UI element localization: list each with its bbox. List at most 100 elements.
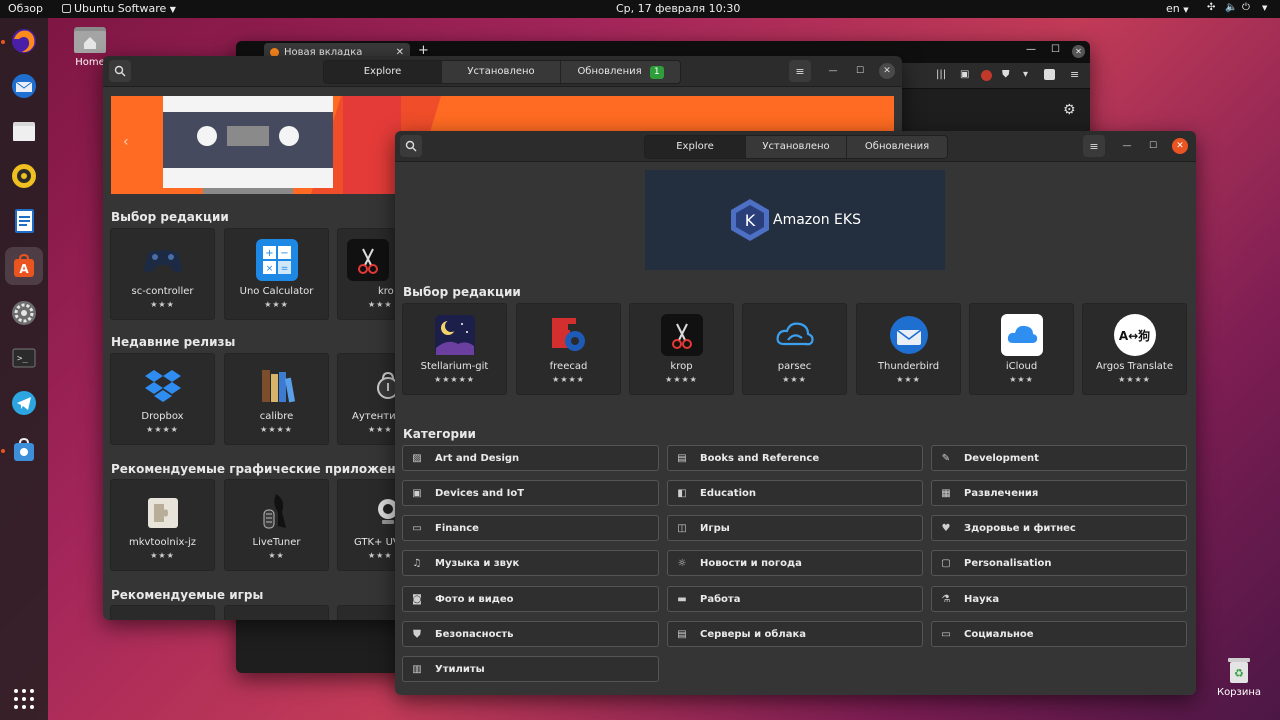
- category-finance[interactable]: ▭ Finance: [402, 515, 659, 541]
- gear-icon[interactable]: ⚙: [1063, 102, 1076, 118]
- dock-thunderbird[interactable]: [5, 67, 43, 105]
- app-menu[interactable]: Ubuntu Software ▼: [62, 2, 176, 15]
- utility-icon: ▥: [412, 663, 422, 675]
- category-books[interactable]: ▤ Books and Reference: [667, 445, 923, 471]
- activities-button[interactable]: Обзор: [8, 2, 43, 15]
- puzzle-icon: [142, 492, 184, 534]
- tab-updates[interactable]: Обновления: [847, 136, 947, 158]
- app-tile[interactable]: Thunderbird ★★★: [856, 303, 961, 395]
- dock-files[interactable]: [5, 112, 43, 150]
- menu-button[interactable]: ≡: [789, 60, 811, 82]
- maximize-button[interactable]: ☐: [1145, 138, 1161, 154]
- app-tile[interactable]: [337, 605, 397, 620]
- app-tile[interactable]: GTK+ UVC ★★★: [337, 479, 398, 571]
- scissors-icon: [660, 314, 703, 356]
- app-rating: ★★★: [368, 300, 393, 309]
- app-tile[interactable]: Dropbox ★★★★: [110, 353, 215, 445]
- account-icon[interactable]: [1044, 69, 1055, 80]
- network-icon[interactable]: ✣: [1207, 2, 1215, 13]
- app-tile[interactable]: LiveTuner ★★: [224, 479, 329, 571]
- show-apps-button[interactable]: [5, 680, 43, 718]
- minimize-button[interactable]: —: [825, 63, 841, 79]
- app-tile[interactable]: [224, 605, 329, 620]
- dock-firefox[interactable]: [5, 22, 43, 60]
- search-button[interactable]: [109, 60, 131, 82]
- category-photo-video[interactable]: ◙ Фото и видео: [402, 586, 659, 612]
- volume-icon[interactable]: 🔈: [1225, 2, 1237, 13]
- category-work[interactable]: ▬ Работа: [667, 586, 923, 612]
- featured-banner[interactable]: K Amazon EKS: [645, 170, 945, 270]
- app-tile[interactable]: calibre ★★★★: [224, 353, 329, 445]
- dock-writer[interactable]: [5, 202, 43, 240]
- category-servers[interactable]: ▤ Серверы и облака: [667, 621, 923, 647]
- stellarium-icon: [434, 314, 476, 356]
- dock-ubuntu-software[interactable]: A: [5, 247, 43, 285]
- app-tile[interactable]: freecad ★★★★: [516, 303, 621, 395]
- tab-installed[interactable]: Установлено: [442, 61, 561, 83]
- extension-icon[interactable]: [981, 70, 992, 81]
- close-button[interactable]: ✕: [879, 63, 895, 79]
- library-icon[interactable]: |||: [936, 69, 946, 80]
- minimize-button[interactable]: —: [1026, 44, 1036, 55]
- category-education[interactable]: ◧ Education: [667, 480, 923, 506]
- app-tile[interactable]: krop ★★★★: [629, 303, 734, 395]
- app-tile[interactable]: mkvtoolnix-jz ★★★: [110, 479, 215, 571]
- category-social[interactable]: ▭ Социальное: [931, 621, 1187, 647]
- svg-text:=: =: [280, 264, 288, 274]
- app-tile[interactable]: Stellarium-git ★★★★★: [402, 303, 507, 395]
- desktop-trash[interactable]: ♻ Корзина: [1214, 654, 1264, 698]
- shield-icon[interactable]: ⛊: [1002, 69, 1010, 80]
- app-tile[interactable]: [110, 605, 215, 620]
- category-music[interactable]: ♫ Музыка и звук: [402, 550, 659, 576]
- app-tile[interactable]: Аутентис ★★★: [337, 353, 399, 445]
- maximize-button[interactable]: ☐: [1051, 44, 1060, 55]
- category-security[interactable]: ⛊ Безопасность: [402, 621, 659, 647]
- dock-store[interactable]: [5, 431, 43, 469]
- tab-updates[interactable]: Обновления 1: [561, 61, 680, 83]
- app-tile[interactable]: iCloud ★★★: [969, 303, 1074, 395]
- category-devices[interactable]: ▣ Devices and IoT: [402, 480, 659, 506]
- dock-settings[interactable]: [5, 294, 43, 332]
- category-personalisation[interactable]: ▢ Personalisation: [931, 550, 1187, 576]
- app-tile[interactable]: parsec ★★★: [742, 303, 847, 395]
- category-development[interactable]: ✎ Development: [931, 445, 1187, 471]
- carousel-prev-icon[interactable]: ‹: [123, 134, 129, 150]
- app-tile[interactable]: A↔狗 Argos Translate ★★★★: [1082, 303, 1187, 395]
- dock-rhythmbox[interactable]: [5, 157, 43, 195]
- system-menu-chevron-icon[interactable]: ▼: [1262, 4, 1267, 12]
- dock: A >_: [0, 18, 48, 720]
- power-icon[interactable]: ⏻: [1242, 2, 1250, 13]
- close-button[interactable]: ✕: [1072, 45, 1085, 58]
- close-button[interactable]: ✕: [1172, 138, 1188, 154]
- app-tile[interactable]: sc-controller ★★★: [110, 228, 215, 320]
- education-icon: ◧: [677, 487, 687, 499]
- category-science[interactable]: ⚗ Наука: [931, 586, 1187, 612]
- category-games[interactable]: ◫ Игры: [667, 515, 923, 541]
- app-rating: ★★★: [368, 551, 393, 560]
- category-art-and-design[interactable]: ▨ Art and Design: [402, 445, 659, 471]
- sidebar-icon[interactable]: ▣: [960, 69, 969, 80]
- clock[interactable]: Ср, 17 февраля 10:30: [616, 2, 740, 15]
- menu-icon[interactable]: ≡: [1070, 68, 1079, 81]
- category-utilities[interactable]: ▥ Утилиты: [402, 656, 659, 682]
- tab-explore[interactable]: Explore: [645, 136, 746, 158]
- menu-button[interactable]: ≡: [1083, 135, 1105, 157]
- dock-telegram[interactable]: [5, 384, 43, 422]
- tab-installed[interactable]: Установлено: [746, 136, 847, 158]
- dock-terminal[interactable]: >_: [5, 339, 43, 377]
- tab-explore[interactable]: Explore: [324, 61, 442, 83]
- category-label: Development: [964, 452, 1039, 464]
- maximize-button[interactable]: ☐: [852, 63, 868, 79]
- category-health[interactable]: ♥ Здоровье и фитнес: [931, 515, 1187, 541]
- category-entertainment[interactable]: ▦ Развлечения: [931, 480, 1187, 506]
- app-rating: ★★★★: [260, 425, 293, 434]
- category-label: Утилиты: [435, 663, 485, 675]
- app-tile[interactable]: + − × = Uno Calculator ★★★: [224, 228, 329, 320]
- search-button[interactable]: [400, 135, 422, 157]
- pocket-icon[interactable]: ▾: [1023, 69, 1028, 80]
- app-tile[interactable]: kro ★★★: [337, 228, 397, 320]
- minimize-button[interactable]: —: [1119, 138, 1135, 154]
- updates-badge: 1: [649, 66, 664, 79]
- language-indicator[interactable]: en ▼: [1166, 2, 1189, 15]
- category-news[interactable]: ☼ Новости и погода: [667, 550, 923, 576]
